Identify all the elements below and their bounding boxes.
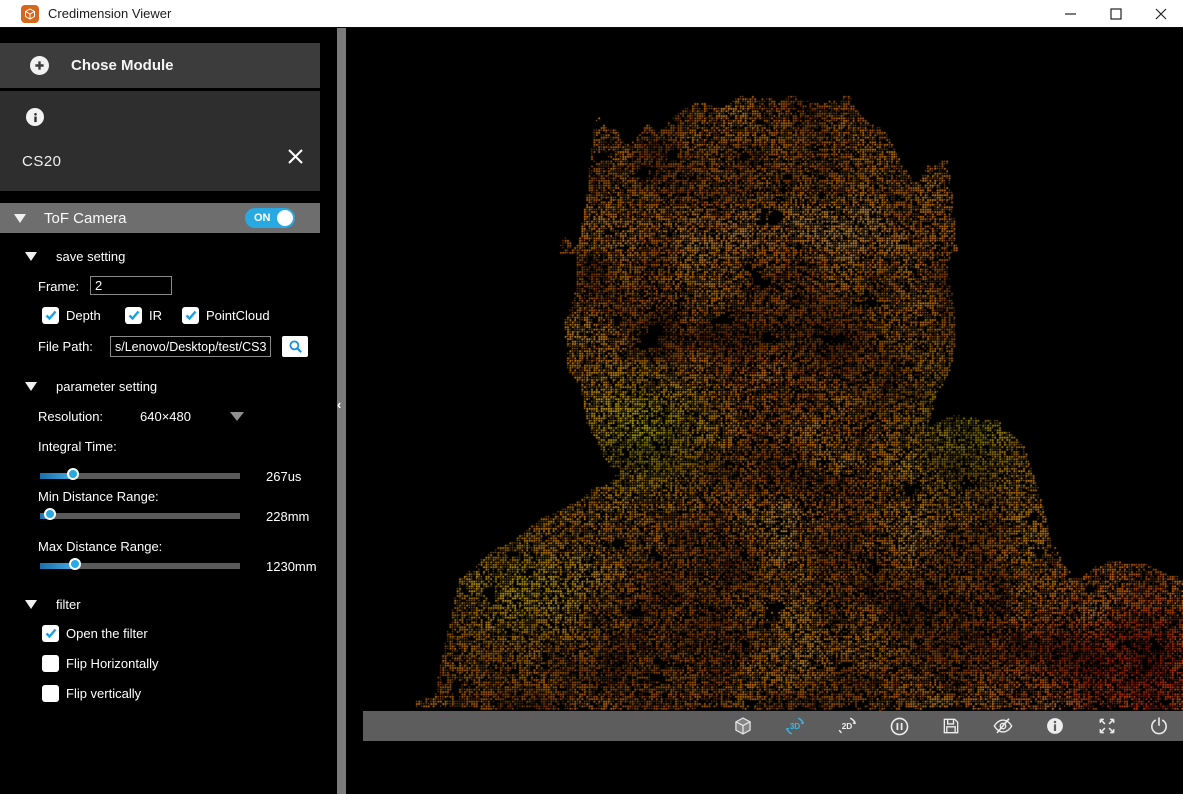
cube-icon: [733, 716, 753, 736]
file-path-label: File Path:: [38, 339, 93, 354]
checkbox-box[interactable]: [182, 307, 199, 324]
cube-view-button[interactable]: [732, 715, 754, 737]
app-window: Credimension Viewer Chose Module CS2: [0, 0, 1183, 794]
checkbox-label: PointCloud: [206, 308, 270, 323]
checkbox-box[interactable]: [42, 655, 59, 672]
sidebar: Chose Module CS20 ToF Camera ON save set…: [0, 28, 337, 794]
save-icon: [941, 716, 961, 736]
save-button[interactable]: [940, 715, 962, 737]
integral-time-label: Integral Time:: [38, 439, 117, 454]
collapse-triangle-icon[interactable]: [25, 252, 37, 261]
add-module-icon[interactable]: [30, 56, 49, 75]
resolution-value[interactable]: 640×480: [140, 409, 191, 424]
eye-hidden-button[interactable]: [992, 715, 1014, 737]
checkbox-label: Depth: [66, 308, 101, 323]
choose-module-label: Chose Module: [71, 57, 174, 74]
slider-knob[interactable]: [44, 508, 56, 520]
max-distance-label: Max Distance Range:: [38, 539, 162, 554]
tof-camera-header[interactable]: ToF Camera ON: [0, 203, 320, 233]
rotate-2d-icon: 2D: [836, 715, 858, 737]
slider-knob[interactable]: [69, 558, 81, 570]
window-title: Credimension Viewer: [48, 6, 171, 21]
flip-vertical-checkbox[interactable]: Flip vertically: [42, 685, 141, 702]
minimize-button[interactable]: [1048, 0, 1093, 28]
choose-module-header[interactable]: Chose Module: [0, 43, 320, 88]
checkbox-box[interactable]: [42, 685, 59, 702]
svg-text:3D: 3D: [790, 722, 801, 731]
module-close-icon[interactable]: [285, 146, 305, 166]
open-filter-checkbox[interactable]: Open the filter: [42, 625, 148, 642]
frame-label: Frame:: [38, 279, 79, 294]
min-distance-label: Min Distance Range:: [38, 489, 159, 504]
rotate-3d-button[interactable]: 3D: [784, 715, 806, 737]
power-button[interactable]: [1148, 715, 1170, 737]
collapse-triangle-icon[interactable]: [14, 214, 26, 223]
info-button[interactable]: [1044, 715, 1066, 737]
app-logo-icon: [21, 5, 39, 23]
checkbox-box[interactable]: [125, 307, 142, 324]
rotate-3d-icon: 3D: [784, 715, 806, 737]
checkbox-label: Open the filter: [66, 626, 148, 641]
titlebar: Credimension Viewer: [0, 0, 1183, 28]
collapse-triangle-icon[interactable]: [25, 600, 37, 609]
resolution-dropdown-icon[interactable]: [230, 412, 244, 421]
svg-text:2D: 2D: [842, 722, 853, 731]
checkbox-label: IR: [149, 308, 162, 323]
checkbox-label: Flip Horizontally: [66, 656, 158, 671]
ir-checkbox[interactable]: IR: [125, 307, 162, 324]
module-name: CS20: [22, 153, 62, 170]
maximize-button[interactable]: [1093, 0, 1138, 28]
window-controls: [1048, 0, 1183, 28]
pause-button[interactable]: [888, 715, 910, 737]
module-card[interactable]: CS20: [0, 91, 320, 191]
slider-knob[interactable]: [67, 468, 79, 480]
parameter-setting-label: parameter setting: [56, 379, 157, 394]
toggle-on-label: ON: [254, 212, 271, 224]
filter-label: filter: [56, 597, 81, 612]
save-setting-label: save setting: [56, 249, 125, 264]
min-distance-value: 228mm: [266, 509, 309, 524]
checkbox-box[interactable]: [42, 307, 59, 324]
fullscreen-icon: [1097, 716, 1117, 736]
checkbox-label: Flip vertically: [66, 686, 141, 701]
info-icon: [1045, 716, 1065, 736]
parameter-setting-section[interactable]: parameter setting: [25, 379, 157, 394]
integral-time-slider[interactable]: [40, 468, 240, 484]
min-distance-slider[interactable]: [40, 508, 240, 524]
collapse-triangle-icon[interactable]: [25, 382, 37, 391]
tof-camera-label: ToF Camera: [44, 210, 127, 227]
viewport-3d[interactable]: 3D 2D: [346, 28, 1183, 794]
pointcloud-checkbox[interactable]: PointCloud: [182, 307, 270, 324]
flip-horizontal-checkbox[interactable]: Flip Horizontally: [42, 655, 158, 672]
file-path-input[interactable]: [110, 336, 271, 357]
tof-camera-toggle[interactable]: ON: [245, 208, 295, 228]
module-info-icon[interactable]: [26, 108, 44, 126]
slider-track[interactable]: [40, 513, 240, 519]
browse-path-button[interactable]: [282, 336, 308, 357]
point-cloud-canvas[interactable]: [346, 28, 1183, 794]
integral-time-value: 267us: [266, 469, 301, 484]
save-setting-section[interactable]: save setting: [25, 249, 125, 264]
toggle-knob: [277, 210, 293, 226]
panel-divider[interactable]: ‹: [337, 28, 346, 794]
search-icon: [288, 339, 303, 354]
resolution-label: Resolution:: [38, 409, 103, 424]
pause-icon: [889, 716, 910, 737]
max-distance-value: 1230mm: [266, 559, 317, 574]
frame-input[interactable]: [90, 276, 172, 295]
depth-checkbox[interactable]: Depth: [42, 307, 101, 324]
eye-hidden-icon: [992, 715, 1014, 737]
close-button[interactable]: [1138, 0, 1183, 28]
max-distance-slider[interactable]: [40, 558, 240, 574]
filter-section[interactable]: filter: [25, 597, 81, 612]
fullscreen-button[interactable]: [1096, 715, 1118, 737]
checkbox-box[interactable]: [42, 625, 59, 642]
rotate-2d-button[interactable]: 2D: [836, 715, 858, 737]
power-icon: [1149, 716, 1169, 736]
viewport-toolbar: 3D 2D: [363, 711, 1183, 741]
collapse-chevron-icon[interactable]: ‹: [337, 398, 341, 412]
